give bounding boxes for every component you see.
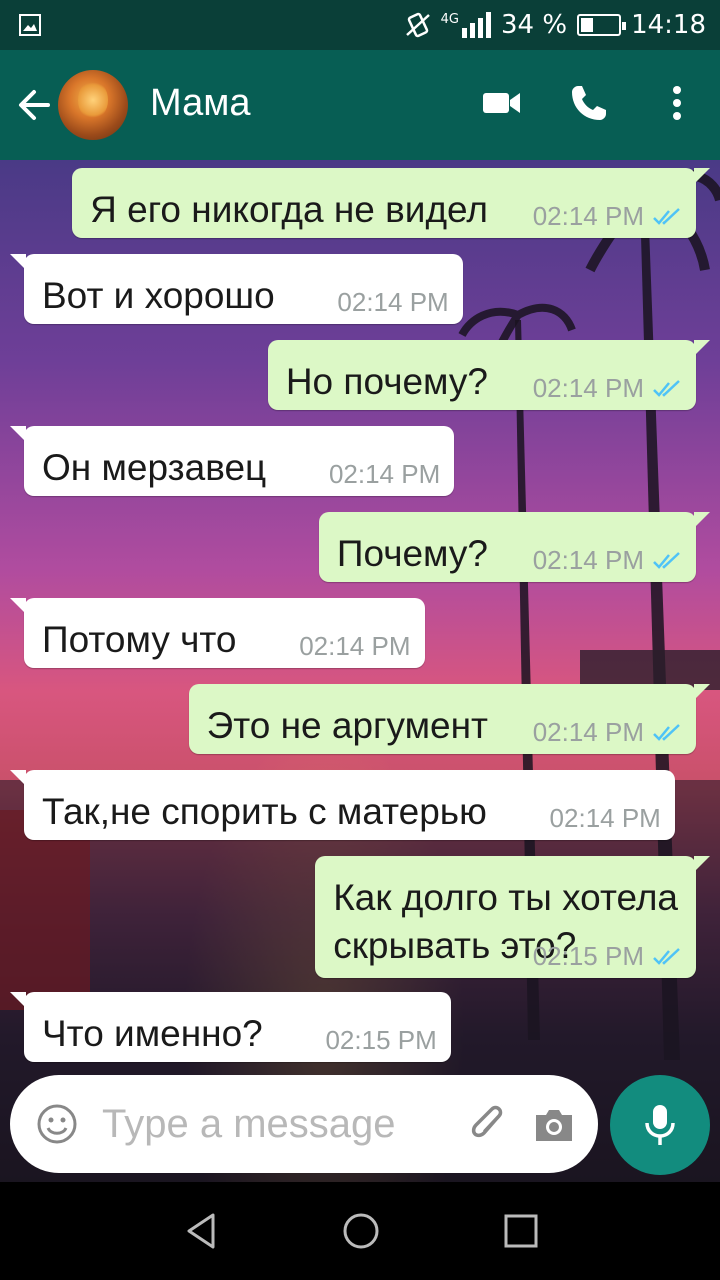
status-indicators: 4G 34 % 14:18 (405, 8, 706, 42)
message-time: 02:14 PM (328, 459, 441, 489)
emoji-icon[interactable] (36, 1103, 78, 1145)
chat-area[interactable]: Я его никогда не видел 02:14 PM Вот и хоро… (0, 160, 720, 1182)
message-time: 02:15 PM (325, 1025, 437, 1055)
message-time: 02:14 PM (532, 201, 644, 231)
system-nav-bar (0, 1182, 720, 1280)
read-receipt-icon (653, 551, 680, 569)
outgoing-message[interactable]: Почему? 02:14 PM (318, 512, 711, 582)
message-meta: 02:14 PM (299, 631, 410, 662)
incoming-message[interactable]: Вот и хорошо 02:14 PM (10, 254, 463, 324)
outgoing-message[interactable]: Как долго ты хотела скрывать это? 02:15 P… (315, 856, 710, 978)
read-receipt-icon (653, 723, 680, 741)
nav-recents-icon[interactable] (500, 1210, 542, 1252)
incoming-message[interactable]: Что именно? 02:15 PM (10, 992, 451, 1062)
incoming-message[interactable]: Так,не спорить с матерью 02:14 PM (10, 770, 675, 840)
outgoing-message[interactable]: Я его никогда не видел 02:14 PM (72, 168, 710, 238)
message-meta: 02:14 PM (533, 201, 682, 232)
clock: 14:18 (631, 10, 706, 40)
message-meta: 02:14 PM (550, 803, 661, 834)
message-meta: 02:15 PM (533, 941, 682, 972)
video-call-icon[interactable] (480, 80, 526, 126)
message-time: 02:14 PM (299, 631, 411, 661)
message-time: 02:14 PM (532, 373, 644, 403)
mic-icon (645, 1105, 675, 1145)
message-time: 02:14 PM (549, 803, 661, 833)
contact-name[interactable]: Мама (150, 82, 250, 125)
message-meta: 02:14 PM (533, 717, 682, 748)
incoming-message[interactable]: Он мерзавец 02:14 PM (9, 426, 455, 496)
outgoing-message[interactable]: Это не аргумент 02:14 PM (188, 684, 711, 754)
vibrate-icon (405, 12, 430, 38)
more-vert-icon[interactable] (654, 80, 700, 126)
signal-icon: 4G (441, 12, 491, 38)
read-receipt-icon (653, 379, 680, 397)
message-meta: 02:14 PM (533, 373, 682, 404)
phone-icon[interactable] (566, 80, 612, 126)
status-bar: 4G 34 % 14:18 (0, 0, 720, 50)
message-meta: 02:14 PM (329, 459, 440, 490)
message-meta: 02:14 PM (533, 545, 682, 576)
message-time: 02:14 PM (337, 287, 449, 317)
message-time: 02:14 PM (532, 545, 644, 575)
back-arrow-icon[interactable] (12, 82, 58, 128)
incoming-message[interactable]: Потому что 02:14 PM (10, 598, 425, 668)
image-notification-icon (19, 14, 41, 36)
network-type: 4G (440, 12, 459, 27)
mic-button[interactable] (610, 1075, 710, 1175)
nav-back-icon[interactable] (181, 1210, 223, 1252)
nav-home-icon[interactable] (340, 1210, 382, 1252)
message-meta: 02:14 PM (337, 287, 448, 318)
message-time: 02:14 PM (532, 717, 644, 747)
chat-header: Мама (0, 50, 720, 160)
read-receipt-icon (653, 947, 680, 965)
message-time: 02:15 PM (532, 941, 644, 971)
avatar[interactable] (58, 70, 128, 140)
message-composer (10, 1075, 598, 1173)
battery-icon (577, 14, 627, 36)
message-meta: 02:15 PM (325, 1025, 436, 1056)
read-receipt-icon (653, 207, 680, 225)
battery-percent: 34 % (501, 10, 568, 40)
attach-icon[interactable] (468, 1103, 512, 1147)
message-input[interactable] (102, 1089, 462, 1159)
outgoing-message[interactable]: Но почему? 02:14 PM (267, 340, 711, 410)
camera-icon[interactable] (532, 1103, 576, 1147)
